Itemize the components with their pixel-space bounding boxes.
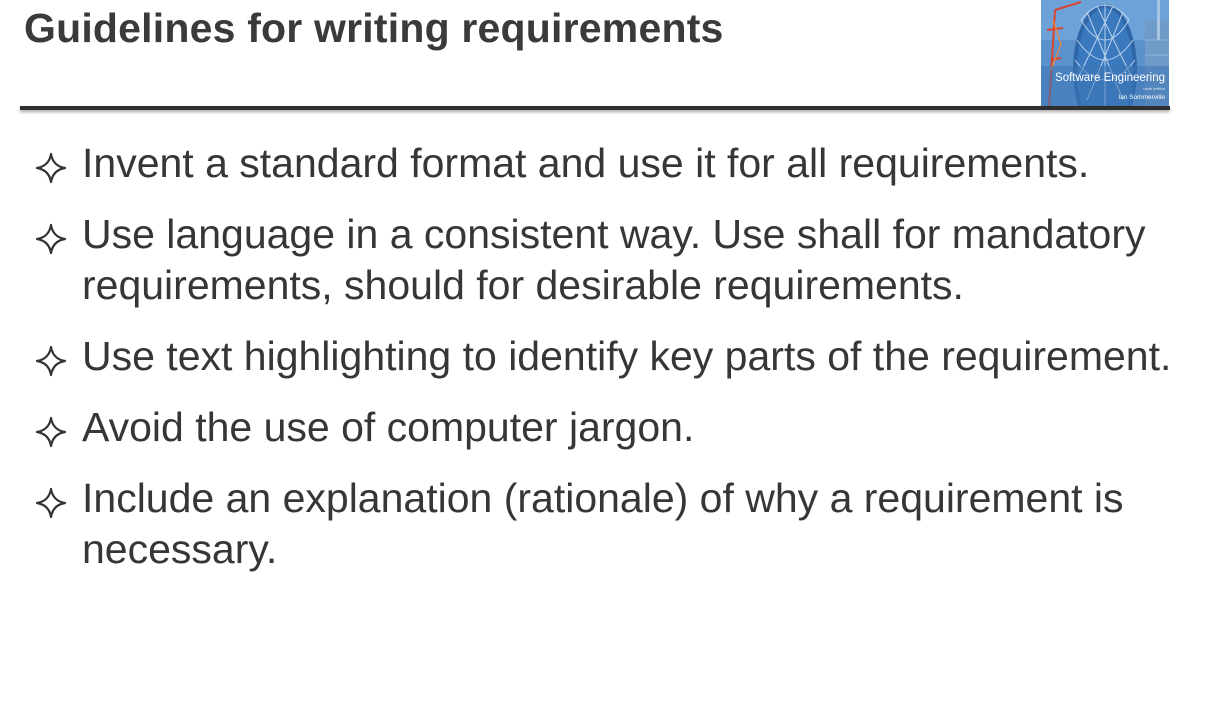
bullet-text: Use language in a consistent way. Use sh…	[82, 211, 1146, 308]
bullet-item: Use text highlighting to identify key pa…	[34, 331, 1184, 382]
title-divider	[20, 106, 1170, 110]
book-author: Ian Sommerville	[1118, 94, 1165, 101]
book-title: Software Engineering	[1055, 72, 1165, 84]
bullet-text: Include an explanation (rationale) of wh…	[82, 475, 1124, 572]
bullet-text: Use text highlighting to identify key pa…	[82, 333, 1172, 379]
four-point-star-icon	[35, 487, 67, 519]
slide: Guidelines for writing requirements Soft…	[0, 0, 1209, 701]
bullet-item: Invent a standard format and use it for …	[34, 138, 1184, 189]
bullet-item: Include an explanation (rationale) of wh…	[34, 473, 1184, 575]
bullet-text: Invent a standard format and use it for …	[82, 140, 1090, 186]
four-point-star-icon	[35, 416, 67, 448]
book-cover-image: Software Engineering ninth edition Ian S…	[1041, 0, 1169, 108]
bullet-list: Invent a standard format and use it for …	[34, 138, 1184, 595]
book-cover-artwork	[1041, 0, 1169, 108]
bullet-item: Avoid the use of computer jargon.	[34, 402, 1184, 453]
bullet-item: Use language in a consistent way. Use sh…	[34, 209, 1184, 311]
book-edition: ninth edition	[1143, 86, 1165, 91]
four-point-star-icon	[35, 223, 67, 255]
bullet-text: Avoid the use of computer jargon.	[82, 404, 695, 450]
slide-title: Guidelines for writing requirements	[24, 5, 724, 51]
four-point-star-icon	[35, 345, 67, 377]
four-point-star-icon	[35, 152, 67, 184]
